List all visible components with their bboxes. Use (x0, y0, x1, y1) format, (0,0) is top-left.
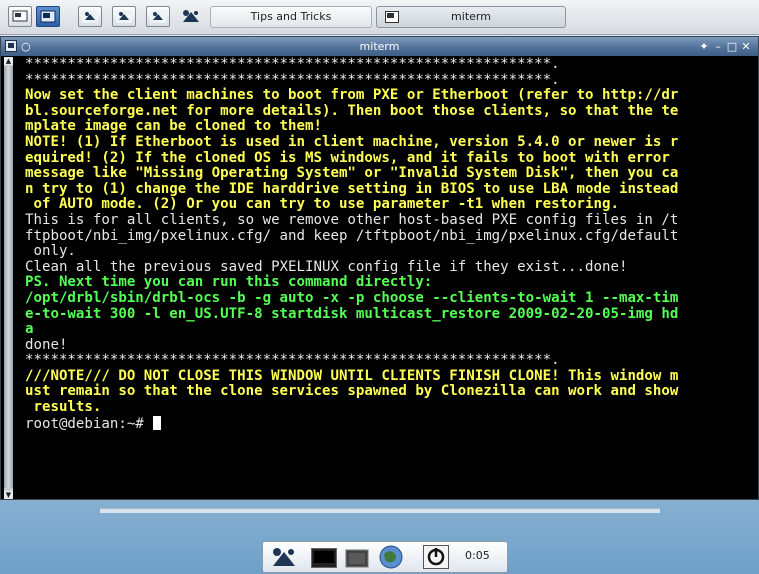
terminal-line: mplate image can be cloned to them! (25, 118, 322, 135)
terminal-line: Clean all the previous saved PXELINUX co… (25, 258, 628, 275)
terminal-line: n try to (1) change the IDE harddrive se… (25, 180, 679, 197)
terminal-line: NOTE! (1) If Etherboot is used in client… (25, 133, 679, 150)
xfce-mouse-icon (150, 10, 166, 23)
scroll-up-icon[interactable]: ▲ (4, 57, 13, 65)
workspace-2-button[interactable] (78, 6, 102, 27)
window-title: miterm (359, 40, 400, 53)
terminal-line: ****************************************… (25, 352, 560, 369)
terminal-line: ****************************************… (25, 71, 560, 88)
show-desktop-button[interactable] (8, 6, 32, 27)
terminal-line: equired! (2) If the cloned OS is MS wind… (25, 149, 670, 166)
terminal-line: done! (25, 336, 68, 353)
terminal-line: a (25, 321, 34, 338)
terminal-cursor (153, 415, 162, 430)
workspace-1-button[interactable] (36, 6, 60, 27)
xfce-mouse-icon[interactable] (181, 8, 201, 28)
terminal-output[interactable]: ****************************************… (25, 57, 755, 499)
window-titlebar[interactable]: ○ miterm ✦ – □ ✕ (1, 37, 758, 56)
shade-icon[interactable]: ✦ (698, 37, 710, 56)
terminal-line: results. (25, 399, 102, 416)
terminal-line: ftpboot/nbi_img/pxelinux.cfg/ and keep /… (25, 227, 679, 244)
xfce-mouse-icon (82, 10, 98, 23)
top-panel: Tips and Tricks miterm (0, 0, 759, 35)
workspace-4-button[interactable] (146, 6, 170, 27)
terminal-line: /opt/drbl/sbin/drbl-ocs -b -g auto -x -p… (25, 289, 679, 306)
clock: 0:05 (465, 549, 490, 562)
show-desktop-icon (12, 10, 28, 22)
minimize-icon[interactable]: – (712, 37, 724, 56)
scrollbar[interactable]: ▲ ▼ (4, 57, 13, 499)
task-label: miterm (451, 10, 491, 23)
desktop-divider (100, 508, 660, 513)
task-label: Tips and Tricks (250, 10, 332, 23)
xfce-mouse-icon (116, 10, 132, 23)
scrollbar-thumb[interactable] (4, 66, 13, 488)
terminal-line: This is for all clients, so we remove ot… (25, 211, 679, 228)
terminal-line: Now set the client machines to boot from… (25, 87, 679, 104)
terminal-line: root@debian:~# (25, 415, 755, 431)
terminal-line: ///NOTE/// DO NOT CLOSE THIS WINDOW UNTI… (25, 367, 679, 384)
file-manager-icon[interactable] (345, 548, 369, 572)
terminal-line: ****************************************… (25, 57, 560, 72)
terminal-icon[interactable] (311, 548, 337, 572)
task-miterm[interactable]: miterm (376, 6, 566, 28)
task-tips-and-tricks[interactable]: Tips and Tricks (210, 6, 372, 28)
terminal-window: ○ miterm ✦ – □ ✕ ▲ ▼ *******************… (0, 36, 759, 500)
terminal-line: e-to-wait 300 -l en_US.UTF-8 startdisk m… (25, 305, 679, 322)
web-browser-icon[interactable] (379, 545, 403, 573)
terminal-line: only. (25, 243, 76, 260)
terminal-line: message like "Missing Operating System" … (25, 165, 679, 182)
workspace-3-button[interactable] (112, 6, 136, 27)
scroll-down-icon[interactable]: ▼ (4, 491, 13, 499)
bottom-panel: 0:05 (262, 541, 508, 573)
terminal-line: ust remain so that the clone services sp… (25, 383, 679, 400)
power-icon[interactable] (423, 545, 449, 573)
maximize-icon[interactable]: □ (726, 37, 738, 56)
terminal-line: PS. Next time you can run this command d… (25, 274, 433, 291)
terminal-line: bl.sourceforge.net for more details). Th… (25, 102, 679, 119)
terminal-line: of AUTO mode. (2) Or you can try to use … (25, 196, 619, 213)
xfce-mouse-icon[interactable] (271, 546, 297, 572)
terminal-icon (40, 10, 56, 23)
close-icon[interactable]: ✕ (740, 37, 752, 56)
